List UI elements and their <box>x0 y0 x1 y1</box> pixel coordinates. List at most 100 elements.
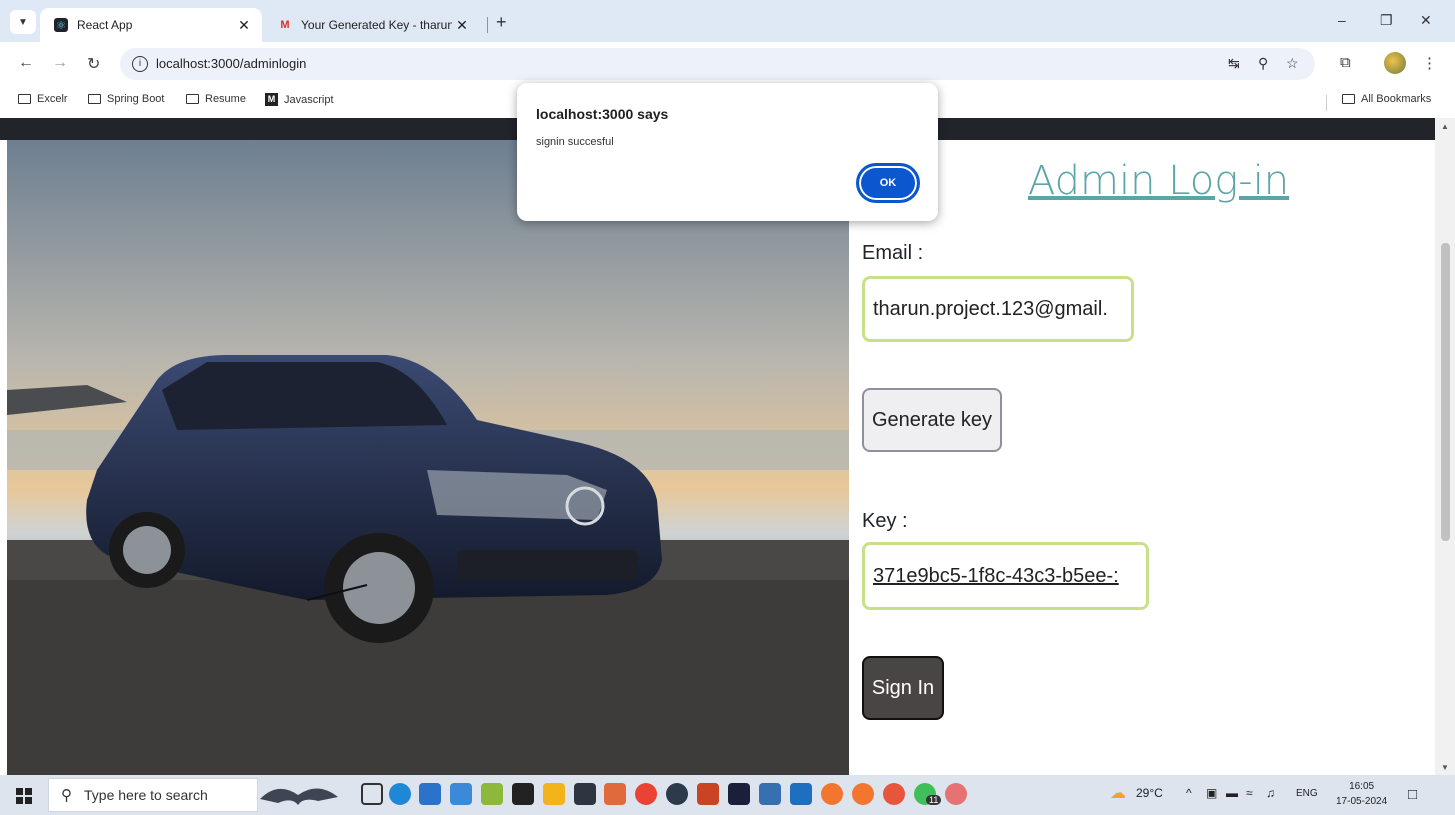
url-text[interactable]: localhost:3000/adminlogin <box>156 56 306 71</box>
scroll-down-icon[interactable]: ▼ <box>1441 763 1449 772</box>
react-icon: ⚛ <box>54 18 68 32</box>
file-explorer-icon[interactable] <box>543 783 565 805</box>
all-bookmarks-label: All Bookmarks <box>1361 93 1432 105</box>
whatsapp-icon[interactable]: 11 <box>914 783 942 805</box>
close-window-icon[interactable]: ✕ <box>1420 12 1432 29</box>
key-value: 371e9bc5-1f8c-43c3-b5ee-: <box>873 564 1119 587</box>
install-app-icon[interactable]: ↹ <box>1228 55 1240 72</box>
all-bookmarks[interactable]: All Bookmarks <box>1342 93 1431 105</box>
whatsapp-badge: 11 <box>926 795 942 805</box>
temperature[interactable]: 29°C <box>1136 786 1163 800</box>
windows-taskbar: ⚲ Type here to search 11 ☁ 29°C ^ ▣ ▬ ≈ … <box>0 775 1455 815</box>
screen: ▼ ⚛ React App ✕ M Your Generated Key - t… <box>0 0 1455 815</box>
reload-icon[interactable]: ↻ <box>87 54 100 74</box>
profile-avatar[interactable] <box>1384 52 1406 74</box>
browser-toolbar: ← → ↻ i localhost:3000/adminlogin ↹ ⚲ ☆ … <box>0 42 1455 88</box>
chevron-down-icon: ▼ <box>18 16 28 28</box>
alert-dialog: localhost:3000 says signin succesful OK <box>517 83 938 221</box>
edge-icon[interactable] <box>389 783 411 805</box>
show-hidden-icons-icon[interactable]: ^ <box>1186 786 1192 800</box>
clock-date: 17-05-2024 <box>1336 796 1388 807</box>
tab-separator <box>487 17 488 33</box>
gmail-icon: M <box>280 19 290 31</box>
volume-mute-icon[interactable]: ♫ <box>1266 786 1275 800</box>
page-title[interactable]: Admin Log-in <box>1028 158 1289 204</box>
clock-time: 16:05 <box>1349 781 1375 792</box>
notifications-icon[interactable]: □ <box>1408 786 1417 803</box>
photos-icon[interactable] <box>450 783 472 805</box>
bookmark-excelr[interactable]: Excelr <box>18 93 68 105</box>
generate-key-button[interactable]: Generate key <box>862 388 1002 452</box>
terminal-icon[interactable] <box>512 783 534 805</box>
app-icon[interactable] <box>481 783 503 805</box>
taskbar-search[interactable]: ⚲ Type here to search <box>48 778 258 812</box>
new-tab-icon[interactable]: + <box>496 12 507 33</box>
javascript-icon: M <box>265 93 278 106</box>
camera-icon[interactable]: ▣ <box>1206 786 1217 800</box>
weather-icon[interactable]: ☁ <box>1110 783 1126 803</box>
bookmark-star-icon[interactable]: ☆ <box>1286 55 1299 72</box>
bookmark-javascript[interactable]: M Javascript <box>265 93 334 106</box>
chrome-profile-icon[interactable] <box>883 783 905 805</box>
folder-icon <box>18 94 31 104</box>
snipping-tool-icon[interactable] <box>945 783 967 805</box>
restore-icon[interactable]: ❐ <box>1380 12 1393 29</box>
windows-start-icon[interactable] <box>16 788 32 804</box>
page-scrollbar[interactable]: ▲ ▼ <box>1435 118 1455 775</box>
tab-label: React App <box>77 18 133 32</box>
scroll-up-icon[interactable]: ▲ <box>1441 122 1449 131</box>
tab-strip: ▼ ⚛ React App ✕ M Your Generated Key - t… <box>0 0 1455 42</box>
back-arrow-icon[interactable]: ← <box>18 54 34 72</box>
email-field[interactable]: tharun.project.123@gmail. <box>862 276 1134 342</box>
dialog-ok-button[interactable]: OK <box>856 163 920 203</box>
bird-widget-icon[interactable] <box>258 779 340 811</box>
menu-dots-icon[interactable]: ⋮ <box>1422 54 1437 72</box>
bookmarks-separator <box>1326 95 1327 111</box>
language-indicator[interactable]: ENG <box>1296 788 1318 799</box>
postman-2-icon[interactable] <box>852 783 874 805</box>
folder-icon <box>1342 94 1355 104</box>
sign-in-button[interactable]: Sign In <box>862 656 944 720</box>
extensions-icon[interactable]: ⧉ <box>1340 54 1351 71</box>
tab-search-button[interactable]: ▼ <box>10 10 36 34</box>
tab-close-icon[interactable]: ✕ <box>452 17 472 34</box>
minimize-icon[interactable]: – <box>1338 12 1346 28</box>
remote-desktop-icon[interactable] <box>759 783 781 805</box>
chrome-icon[interactable] <box>635 783 657 805</box>
paint-icon[interactable] <box>604 783 626 805</box>
postman-icon[interactable] <box>821 783 843 805</box>
tab-gmail[interactable]: M Your Generated Key - tharun.pr ✕ <box>268 8 480 42</box>
scrollbar-thumb[interactable] <box>1441 243 1450 541</box>
bookmark-resume[interactable]: Resume <box>186 93 246 105</box>
key-label: Key : <box>862 510 908 532</box>
system-clock[interactable]: 16:05 17-05-2024 <box>1336 779 1387 809</box>
tab-react-app[interactable]: ⚛ React App ✕ <box>40 8 262 42</box>
address-bar[interactable]: i localhost:3000/adminlogin ↹ ⚲ ☆ <box>120 48 1315 80</box>
intellij-icon[interactable] <box>728 783 750 805</box>
cmd-icon[interactable] <box>574 783 596 805</box>
forward-arrow-icon[interactable]: → <box>52 54 68 72</box>
mail-icon[interactable] <box>419 783 441 805</box>
tab-label: Your Generated Key - tharun.pr <box>301 18 452 32</box>
eclipse-icon[interactable] <box>666 783 688 805</box>
vscode-icon[interactable] <box>790 783 812 805</box>
bookmark-label: Javascript <box>284 93 334 106</box>
bookmark-label: Resume <box>205 93 246 105</box>
wifi-icon[interactable]: ≈ <box>1246 786 1253 800</box>
email-label: Email : <box>862 242 924 264</box>
site-info-icon[interactable]: i <box>132 56 148 72</box>
tab-close-icon[interactable]: ✕ <box>234 17 254 34</box>
folder-icon <box>186 94 199 104</box>
task-view-icon[interactable] <box>361 783 383 805</box>
key-field[interactable]: 371e9bc5-1f8c-43c3-b5ee-: <box>862 542 1149 610</box>
powerpoint-icon[interactable] <box>697 783 719 805</box>
bookmark-spring-boot[interactable]: Spring Boot <box>88 93 164 105</box>
dialog-title: localhost:3000 says <box>536 106 669 122</box>
battery-icon[interactable]: ▬ <box>1226 786 1238 800</box>
zoom-icon[interactable]: ⚲ <box>1258 55 1268 72</box>
taskbar-search-placeholder: Type here to search <box>84 787 208 803</box>
bookmark-label: Excelr <box>37 93 68 105</box>
folder-icon <box>88 94 101 104</box>
dialog-message: signin succesful <box>536 136 614 148</box>
hero-car-image <box>7 140 849 775</box>
